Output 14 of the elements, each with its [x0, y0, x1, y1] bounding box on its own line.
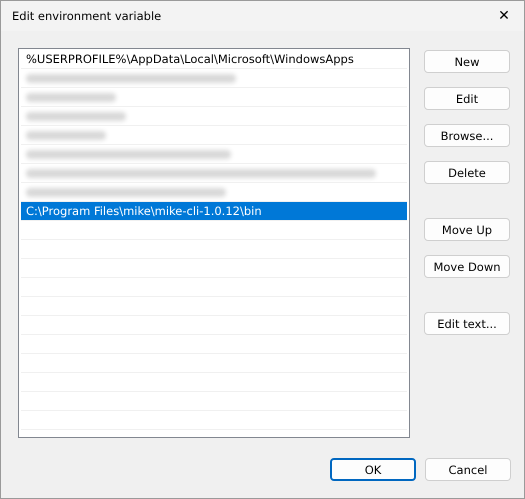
- dialog-button[interactable]: OK: [330, 458, 416, 481]
- side-button[interactable]: Browse...: [424, 124, 510, 147]
- side-button[interactable]: Move Up: [424, 218, 510, 241]
- path-row[interactable]: C:\Program Files\mike\mike-cli-1.0.12\bin: [21, 202, 407, 221]
- path-row[interactable]: %USERPROFILE%\AppData\Local\Microsoft\WindowsApps: [21, 50, 407, 69]
- side-button[interactable]: Edit text...: [424, 312, 510, 335]
- side-button[interactable]: New: [424, 50, 510, 73]
- dialog-button[interactable]: Cancel: [425, 458, 511, 481]
- side-button[interactable]: Edit: [424, 87, 510, 110]
- path-list[interactable]: %USERPROFILE%\AppData\Local\Microsoft\WindowsApps C:\Program Files\mike\mike-cli-1.0.12\bin: [18, 48, 410, 438]
- window-title: Edit environment variable: [11, 9, 162, 23]
- side-button[interactable]: Move Down: [424, 255, 510, 278]
- close-button[interactable]: ✕: [484, 1, 524, 31]
- side-button[interactable]: Delete: [424, 161, 510, 184]
